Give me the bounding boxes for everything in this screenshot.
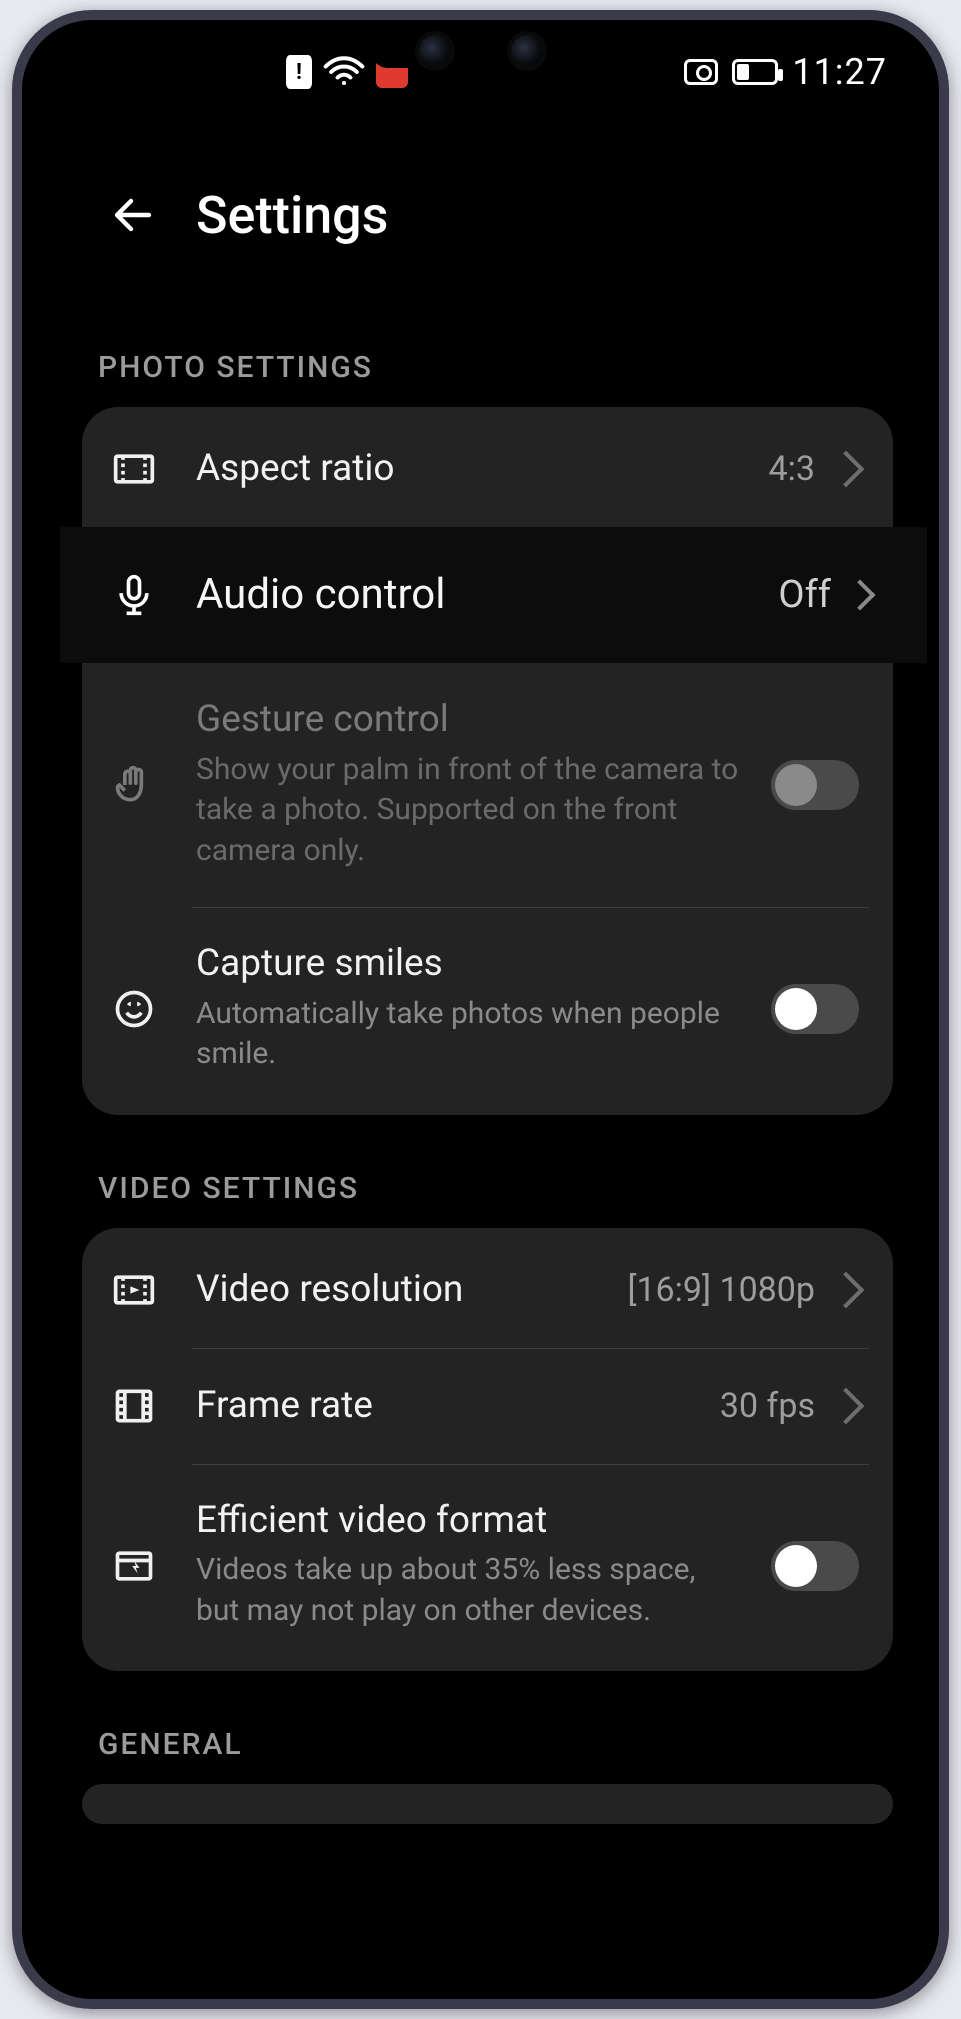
photo-settings-card: Aspect ratio 4:3 Audio — [82, 407, 893, 1115]
aspect-ratio-value: 4:3 — [769, 449, 815, 489]
video-resolution-icon — [104, 1268, 164, 1312]
screen: ! 11:27 Settings PHOTO SETTINGS — [22, 20, 939, 1999]
wifi-icon — [322, 50, 366, 94]
chevron-right-icon — [828, 451, 865, 488]
general-settings-card — [82, 1784, 893, 1824]
frame-rate-title: Frame rate — [196, 1385, 688, 1428]
microphone-icon — [104, 573, 164, 617]
device-notch — [371, 34, 591, 68]
sim-warning-icon: ! — [286, 55, 312, 89]
efficient-format-sub: Videos take up about 35% less space, but… — [196, 1550, 739, 1631]
arrow-left-icon — [109, 191, 157, 239]
section-label-general: GENERAL — [98, 1727, 893, 1762]
settings-content: PHOTO SETTINGS Aspect ratio 4:3 — [22, 320, 939, 1999]
video-resolution-value: [16:9] 1080p — [627, 1270, 815, 1310]
aspect-ratio-title: Aspect ratio — [196, 448, 737, 491]
row-audio-control[interactable]: Audio control Off — [60, 527, 927, 663]
film-icon — [104, 1384, 164, 1428]
page-title: Settings — [196, 185, 388, 246]
aspect-ratio-icon — [104, 447, 164, 491]
row-efficient-video-format[interactable]: Efficient video format Videos take up ab… — [82, 1464, 893, 1668]
gesture-control-sub: Show your palm in front of the camera to… — [196, 750, 739, 872]
device-frame: ! 11:27 Settings PHOTO SETTINGS — [12, 10, 949, 2009]
capture-smiles-sub: Automatically take photos when people sm… — [196, 994, 739, 1075]
video-settings-card: Video resolution [16:9] 1080p Frame rate — [82, 1228, 893, 1672]
front-camera-left — [419, 35, 451, 67]
smile-icon — [104, 987, 164, 1031]
device-side-button — [939, 830, 945, 950]
chevron-right-icon — [828, 1388, 865, 1425]
frame-rate-value: 30 fps — [720, 1386, 815, 1426]
row-video-resolution[interactable]: Video resolution [16:9] 1080p — [82, 1232, 893, 1348]
row-frame-rate[interactable]: Frame rate 30 fps — [82, 1348, 893, 1464]
hand-icon — [104, 763, 164, 807]
app-header: Settings — [22, 160, 939, 270]
efficient-format-toggle[interactable] — [771, 1541, 859, 1591]
row-capture-smiles[interactable]: Capture smiles Automatically take photos… — [82, 907, 893, 1111]
section-label-video: VIDEO SETTINGS — [98, 1171, 893, 1206]
chevron-right-icon — [844, 580, 875, 611]
front-camera-right — [511, 35, 543, 67]
section-label-photo: PHOTO SETTINGS — [98, 350, 893, 385]
gesture-control-title: Gesture control — [196, 699, 739, 742]
status-clock: 11:27 — [792, 51, 887, 93]
camera-indicator-icon — [684, 59, 718, 85]
row-gesture-control: Gesture control Show your palm in front … — [82, 663, 893, 907]
chevron-right-icon — [828, 1272, 865, 1309]
capture-smiles-toggle[interactable] — [771, 984, 859, 1034]
gesture-control-toggle — [771, 760, 859, 810]
video-resolution-title: Video resolution — [196, 1269, 595, 1312]
row-aspect-ratio[interactable]: Aspect ratio 4:3 — [82, 411, 893, 527]
back-button[interactable] — [106, 188, 160, 242]
capture-smiles-title: Capture smiles — [196, 943, 739, 986]
battery-icon — [732, 59, 778, 85]
efficient-format-title: Efficient video format — [196, 1500, 739, 1543]
audio-control-value: Off — [778, 573, 831, 617]
efficient-format-icon — [104, 1544, 164, 1588]
audio-control-title: Audio control — [196, 571, 746, 619]
